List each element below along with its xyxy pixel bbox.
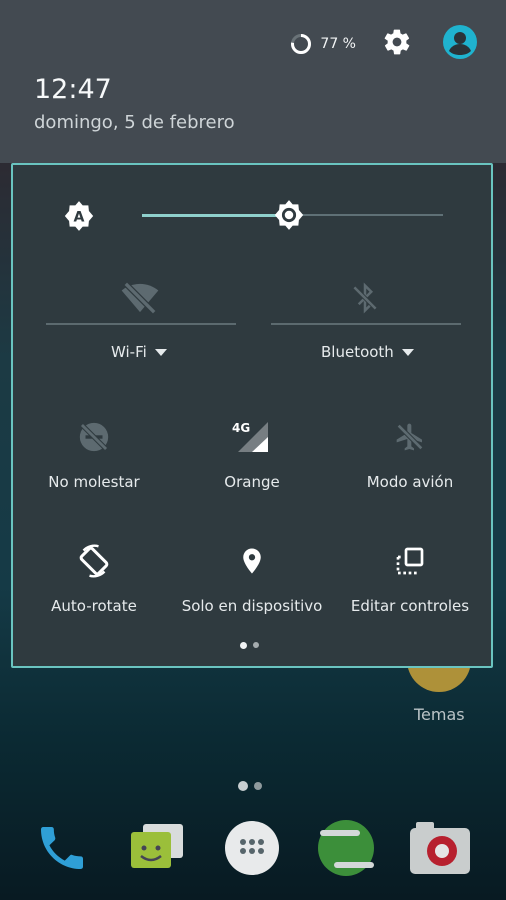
hangouts-icon[interactable] (314, 816, 378, 880)
qs-page-indicator (240, 642, 259, 649)
tile-location[interactable]: Solo en dispositivo (173, 541, 331, 615)
do-not-disturb-icon (77, 417, 111, 457)
tile-label: No molestar (48, 473, 140, 491)
brightness-track-fill (142, 214, 290, 217)
bluetooth-label: Bluetooth (321, 343, 394, 361)
wifi-tile-label[interactable]: Wi-Fi (111, 343, 167, 361)
wifi-dropdown-chevron-icon (154, 348, 167, 356)
auto-brightness-icon[interactable]: A (62, 199, 96, 237)
tile-label: Modo avión (366, 473, 454, 491)
qs-page-dot-active (240, 642, 247, 649)
svg-text:A: A (74, 210, 85, 226)
wifi-off-icon[interactable] (46, 270, 234, 326)
edit-controls-icon (394, 541, 426, 581)
dock (0, 808, 506, 900)
bluetooth-tile-label[interactable]: Bluetooth (321, 343, 414, 361)
bluetooth-divider (271, 323, 461, 325)
tile-modo-avion[interactable]: Modo avión (331, 417, 489, 491)
tile-label: Solo en dispositivo (181, 597, 323, 615)
brightness-thumb-icon[interactable] (272, 198, 306, 236)
temas-label: Temas (414, 705, 465, 724)
brightness-slider[interactable]: A (13, 165, 491, 265)
location-icon (237, 541, 267, 581)
phone-icon[interactable] (30, 816, 94, 880)
airplane-mode-icon (394, 417, 426, 457)
tile-label: Orange (224, 473, 280, 491)
home-page-indicator (238, 781, 262, 791)
home-page-dot-active (238, 781, 248, 791)
tile-edit-controls[interactable]: Editar controles (331, 541, 489, 615)
wifi-label: Wi-Fi (111, 343, 147, 361)
quick-settings-header: 77 % 12:47 domingo, 5 de febrero (0, 0, 506, 163)
bluetooth-off-icon[interactable] (271, 270, 459, 326)
camera-icon[interactable] (408, 816, 472, 880)
tile-label: Editar controles (350, 597, 470, 615)
brightness-track[interactable] (292, 214, 443, 216)
user-avatar-icon[interactable] (442, 24, 478, 64)
clock-date: domingo, 5 de febrero (34, 112, 235, 133)
auto-rotate-icon (76, 541, 112, 581)
battery-percent: 77 % (320, 36, 356, 52)
network-badge: 4G (232, 421, 250, 435)
app-drawer-icon[interactable] (220, 816, 284, 880)
qs-page-dot[interactable] (253, 642, 259, 648)
messenger-icon[interactable] (125, 816, 189, 880)
battery-indicator[interactable]: 77 % (290, 33, 356, 55)
quick-settings-panel: A Wi-Fi Bluetooth No molestar 4G Orange … (11, 163, 493, 668)
tile-label: Auto-rotate (51, 597, 137, 615)
wifi-divider (46, 323, 236, 325)
cellular-4g-icon: 4G (230, 417, 274, 457)
battery-ring-icon (291, 34, 312, 54)
bluetooth-dropdown-chevron-icon (401, 348, 414, 356)
tile-no-molestar[interactable]: No molestar (15, 417, 173, 491)
home-page-dot (254, 782, 262, 790)
tile-orange[interactable]: 4G Orange (173, 417, 331, 491)
settings-gear-icon[interactable] (382, 27, 412, 61)
tile-auto-rotate[interactable]: Auto-rotate (15, 541, 173, 615)
clock-time: 12:47 (34, 74, 112, 105)
